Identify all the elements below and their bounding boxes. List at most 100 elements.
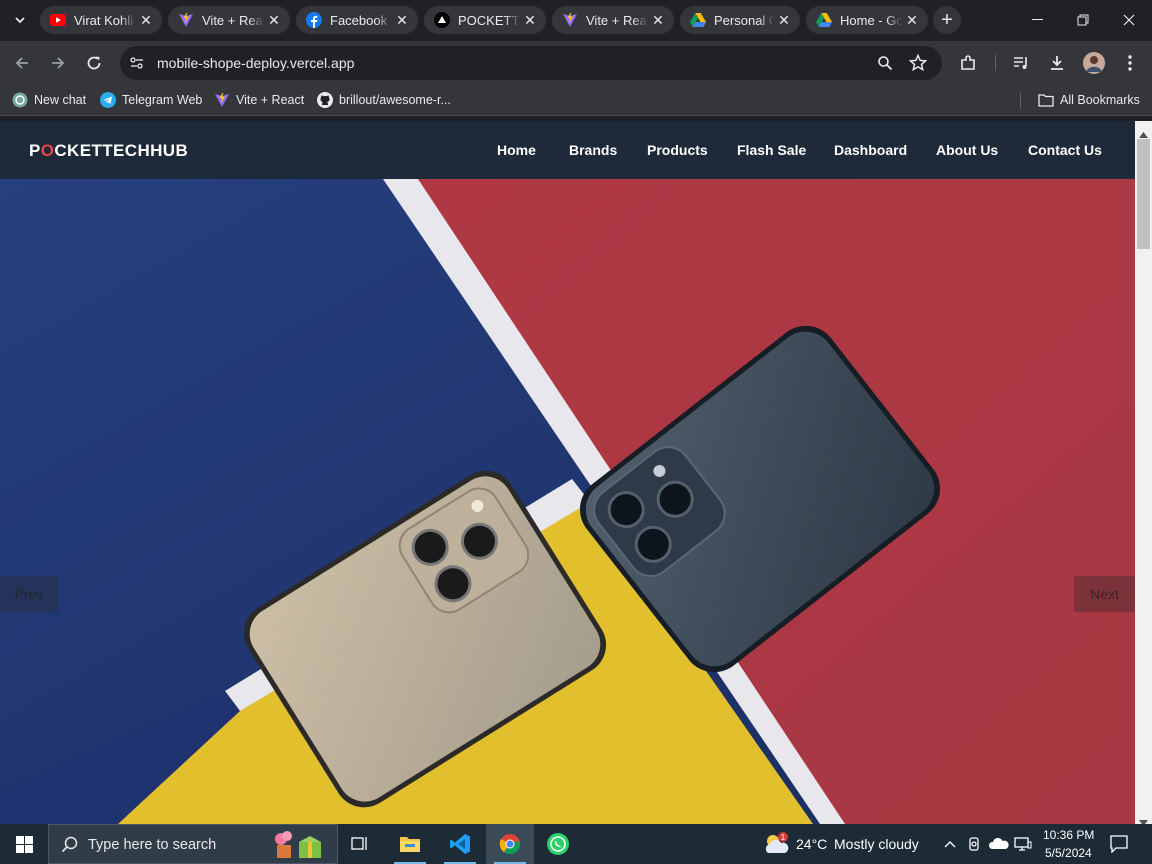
tab-title: Personal Cloud — [714, 12, 774, 28]
meet-now-icon[interactable] — [967, 836, 983, 857]
tab-search-chevron-icon[interactable] — [6, 6, 34, 34]
hero-phones-image — [0, 179, 1135, 824]
logo-accent: O — [40, 141, 55, 160]
slider-next-button[interactable]: Next — [1074, 576, 1135, 612]
tab-personal-cloud[interactable]: Personal Cloud ✕ — [680, 6, 800, 34]
site-settings-icon[interactable] — [129, 55, 145, 76]
hero-slider: Prev Next — [0, 179, 1135, 824]
bookmark-star-icon[interactable] — [908, 53, 928, 77]
nav-contact-us[interactable]: Contact Us — [1028, 142, 1102, 158]
file-explorer-icon[interactable] — [386, 824, 434, 864]
vite-icon — [178, 12, 194, 28]
reload-icon[interactable] — [80, 49, 108, 77]
bookmark-label: Telegram Web — [122, 93, 203, 107]
folder-icon — [1038, 92, 1054, 108]
site-navbar: POCKETTECHHUB Home Brands Products Flash… — [0, 121, 1135, 179]
scroll-thumb[interactable] — [1137, 139, 1150, 249]
profile-avatar[interactable] — [1080, 49, 1108, 77]
bookmark-label: New chat — [34, 93, 87, 107]
minimize-icon[interactable] — [1023, 8, 1053, 32]
zoom-icon[interactable] — [877, 55, 893, 76]
task-view-icon[interactable] — [336, 824, 384, 864]
tab-facebook[interactable]: Facebook ✕ — [296, 6, 418, 34]
bookmark-telegram[interactable]: Telegram Web — [100, 92, 202, 108]
facebook-icon — [306, 12, 322, 28]
github-icon — [317, 92, 333, 108]
network-icon[interactable] — [1014, 836, 1032, 857]
tab-title: Home - Google Drive — [840, 12, 902, 28]
tab-google-drive-home[interactable]: Home - Google Drive ✕ — [806, 6, 928, 34]
vite-icon — [562, 12, 578, 28]
browser-toolbar: mobile-shope-deploy.vercel.app — [0, 41, 1152, 85]
tray-chevron-up-icon[interactable] — [943, 836, 957, 854]
notifications-icon[interactable] — [1110, 835, 1128, 858]
chrome-icon[interactable] — [486, 824, 534, 864]
nav-flash-sale[interactable]: Flash Sale — [737, 142, 806, 158]
google-drive-icon — [690, 12, 706, 28]
forward-arrow-icon[interactable] — [44, 49, 72, 77]
onedrive-cloud-icon[interactable] — [988, 837, 1009, 855]
nav-brands[interactable]: Brands — [569, 142, 617, 158]
bookmark-label: brillout/awesome-r... — [339, 93, 451, 107]
all-bookmarks-label: All Bookmarks — [1060, 93, 1140, 107]
bookmarks-divider — [1020, 93, 1021, 109]
tab-vite-react[interactable]: Vite + React ✕ — [168, 6, 290, 34]
extensions-icon[interactable] — [954, 49, 982, 77]
tab-virat-kohli[interactable]: Virat Kohli ✕ — [40, 6, 162, 34]
weather-temp[interactable]: 24°C — [796, 836, 827, 852]
address-bar[interactable]: mobile-shope-deploy.vercel.app — [120, 46, 942, 80]
downloads-icon[interactable] — [1043, 49, 1071, 77]
page-scrollbar[interactable] — [1135, 121, 1152, 826]
clock-time[interactable]: 10:36 PM — [1043, 828, 1094, 842]
toolbar-divider — [995, 55, 996, 71]
vscode-icon[interactable] — [436, 824, 484, 864]
close-tab-icon[interactable]: ✕ — [648, 12, 668, 29]
search-highlight-icon — [271, 830, 325, 864]
nav-about-us[interactable]: About Us — [936, 142, 998, 158]
search-placeholder: Type here to search — [88, 837, 217, 853]
weather-desc[interactable]: Mostly cloudy — [834, 836, 919, 852]
tab-pockettechhub[interactable]: POCKETTECHHUB ✕ — [424, 6, 546, 34]
chatgpt-icon — [12, 92, 28, 108]
nav-products[interactable]: Products — [647, 142, 708, 158]
search-icon — [61, 836, 78, 857]
browser-menu-icon[interactable] — [1116, 49, 1144, 77]
close-tab-icon[interactable]: ✕ — [902, 12, 922, 29]
logo-rest: CKETTECHHUB — [54, 141, 189, 160]
media-control-icon[interactable] — [1007, 49, 1035, 77]
nav-home[interactable]: Home — [497, 142, 536, 158]
close-tab-icon[interactable]: ✕ — [520, 12, 540, 29]
nav-dashboard[interactable]: Dashboard — [834, 142, 907, 158]
taskbar-search[interactable]: Type here to search — [48, 824, 338, 864]
google-drive-icon — [816, 12, 832, 28]
tab-title: Facebook — [330, 12, 388, 28]
close-tab-icon[interactable]: ✕ — [136, 12, 156, 29]
weather-badge: 1 — [778, 832, 788, 842]
tab-strip: Virat Kohli ✕ Vite + React ✕ Facebook ✕ … — [0, 0, 1152, 41]
restore-icon[interactable] — [1068, 8, 1098, 32]
whatsapp-icon[interactable] — [534, 824, 582, 864]
close-window-icon[interactable] — [1114, 8, 1144, 32]
close-tab-icon[interactable]: ✕ — [264, 12, 284, 29]
tab-vite-react-2[interactable]: Vite + React ✕ — [552, 6, 674, 34]
youtube-icon — [50, 12, 66, 28]
clock-date[interactable]: 5/5/2024 — [1045, 846, 1092, 860]
all-bookmarks[interactable]: All Bookmarks — [1038, 92, 1140, 108]
site-logo[interactable]: POCKETTECHHUB — [29, 141, 188, 161]
windows-taskbar: Type here to search 1 24°C Mostly cloudy… — [0, 824, 1152, 864]
new-tab-button[interactable]: + — [933, 6, 961, 34]
bookmark-new-chat[interactable]: New chat — [12, 92, 86, 108]
slider-prev-button[interactable]: Prev — [0, 576, 58, 612]
vercel-icon — [434, 12, 450, 28]
bookmarks-bar: New chat Telegram Web Vite + React brill… — [0, 85, 1152, 116]
url-text[interactable]: mobile-shope-deploy.vercel.app — [157, 55, 354, 71]
tab-title: Virat Kohli — [74, 12, 134, 28]
telegram-icon — [100, 92, 116, 108]
bookmark-vite-react[interactable]: Vite + React — [214, 92, 304, 108]
bookmark-github[interactable]: brillout/awesome-r... — [317, 92, 451, 108]
close-tab-icon[interactable]: ✕ — [392, 12, 412, 29]
windows-start-icon[interactable] — [0, 824, 48, 864]
web-page: POCKETTECHHUB Home Brands Products Flash… — [0, 121, 1135, 824]
close-tab-icon[interactable]: ✕ — [774, 12, 794, 29]
back-arrow-icon[interactable] — [8, 49, 36, 77]
